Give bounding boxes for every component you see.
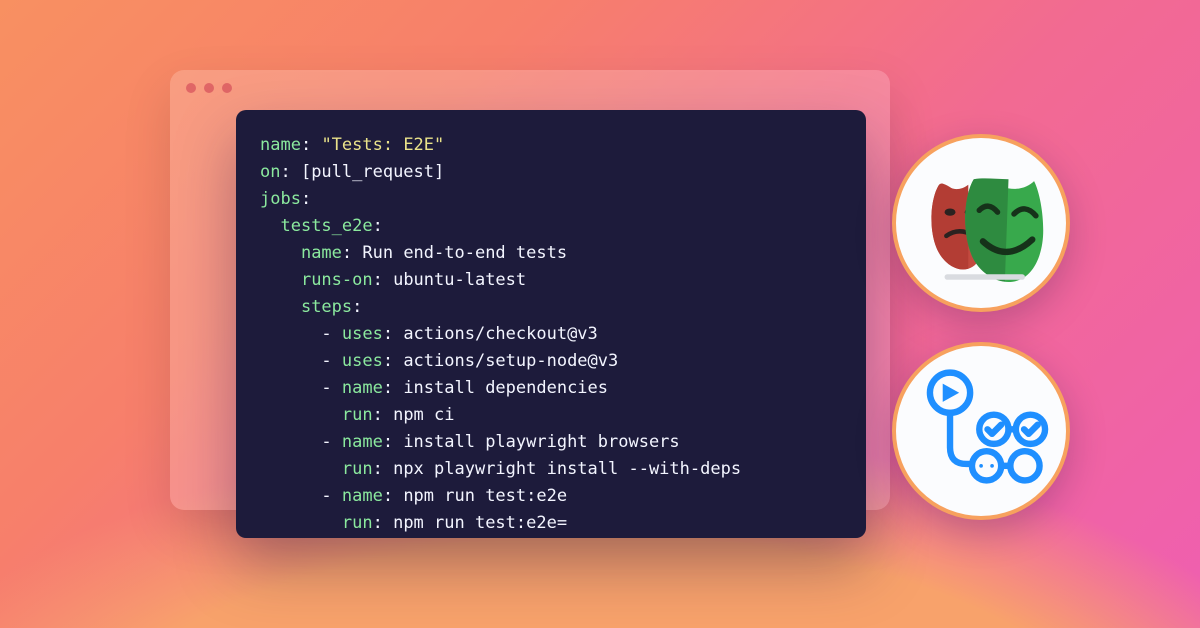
code-token: :: [352, 297, 362, 317]
code-token: [260, 243, 301, 263]
code-line: run: npx playwright install --with-deps: [260, 456, 842, 483]
traffic-light-dot: [204, 83, 214, 93]
code-token: [260, 216, 280, 236]
code-token: [260, 513, 342, 533]
code-token: "Tests: E2E": [321, 135, 444, 155]
github-actions-icon: [908, 358, 1054, 504]
code-line: - uses: actions/setup-node@v3: [260, 348, 842, 375]
code-token: -: [260, 378, 342, 398]
code-token: name: [342, 378, 383, 398]
code-token: steps: [301, 297, 352, 317]
code-line: name: "Tests: E2E": [260, 132, 842, 159]
code-token: : install playwright browsers: [383, 432, 680, 452]
code-token: : actions/setup-node@v3: [383, 351, 618, 371]
playwright-badge: [892, 134, 1070, 312]
code-line: run: npm run test:e2e=: [260, 510, 842, 537]
code-token: : [pull_request]: [280, 162, 444, 182]
code-token: : npm run test:e2e=: [373, 513, 567, 533]
code-line: - uses: actions/checkout@v3: [260, 321, 842, 348]
code-token: run: [342, 513, 373, 533]
code-token: run: [342, 405, 373, 425]
playwright-masks-icon: [908, 150, 1054, 296]
code-token: -: [260, 432, 342, 452]
code-editor-panel: name: "Tests: E2E"on: [pull_request]jobs…: [236, 110, 866, 538]
code-token: name: [342, 432, 383, 452]
code-line: runs-on: ubuntu-latest: [260, 267, 842, 294]
code-token: : Run end-to-end tests: [342, 243, 567, 263]
code-token: name: [342, 486, 383, 506]
code-token: name: [301, 243, 342, 263]
code-line: on: [pull_request]: [260, 159, 842, 186]
code-token: : actions/checkout@v3: [383, 324, 598, 344]
code-token: -: [260, 324, 342, 344]
code-token: on: [260, 162, 280, 182]
code-token: -: [260, 486, 342, 506]
code-line: name: Run end-to-end tests: [260, 240, 842, 267]
code-token: :: [301, 135, 321, 155]
code-line: tests_e2e:: [260, 213, 842, 240]
code-token: [260, 405, 342, 425]
code-token: runs-on: [301, 270, 373, 290]
code-line: - name: install playwright browsers: [260, 429, 842, 456]
code-token: : ubuntu-latest: [373, 270, 527, 290]
code-token: jobs: [260, 189, 301, 209]
code-token: : npx playwright install --with-deps: [373, 459, 741, 479]
code-token: : npm run test:e2e: [383, 486, 567, 506]
code-line: - name: npm run test:e2e: [260, 483, 842, 510]
window-titlebar: [170, 70, 890, 106]
code-token: :: [373, 216, 383, 236]
code-token: tests_e2e: [280, 216, 372, 236]
code-token: run: [342, 459, 373, 479]
traffic-light-dot: [222, 83, 232, 93]
code-token: : install dependencies: [383, 378, 608, 398]
code-token: [260, 297, 301, 317]
traffic-light-dot: [186, 83, 196, 93]
code-token: name: [260, 135, 301, 155]
code-line: jobs:: [260, 186, 842, 213]
code-line: steps:: [260, 294, 842, 321]
github-actions-badge: [892, 342, 1070, 520]
code-token: [260, 270, 301, 290]
code-token: -: [260, 351, 342, 371]
code-token: :: [301, 189, 311, 209]
code-line: - name: install dependencies: [260, 375, 842, 402]
code-token: uses: [342, 351, 383, 371]
code-token: : npm ci: [373, 405, 455, 425]
code-token: uses: [342, 324, 383, 344]
code-line: run: npm ci: [260, 402, 842, 429]
code-token: [260, 459, 342, 479]
